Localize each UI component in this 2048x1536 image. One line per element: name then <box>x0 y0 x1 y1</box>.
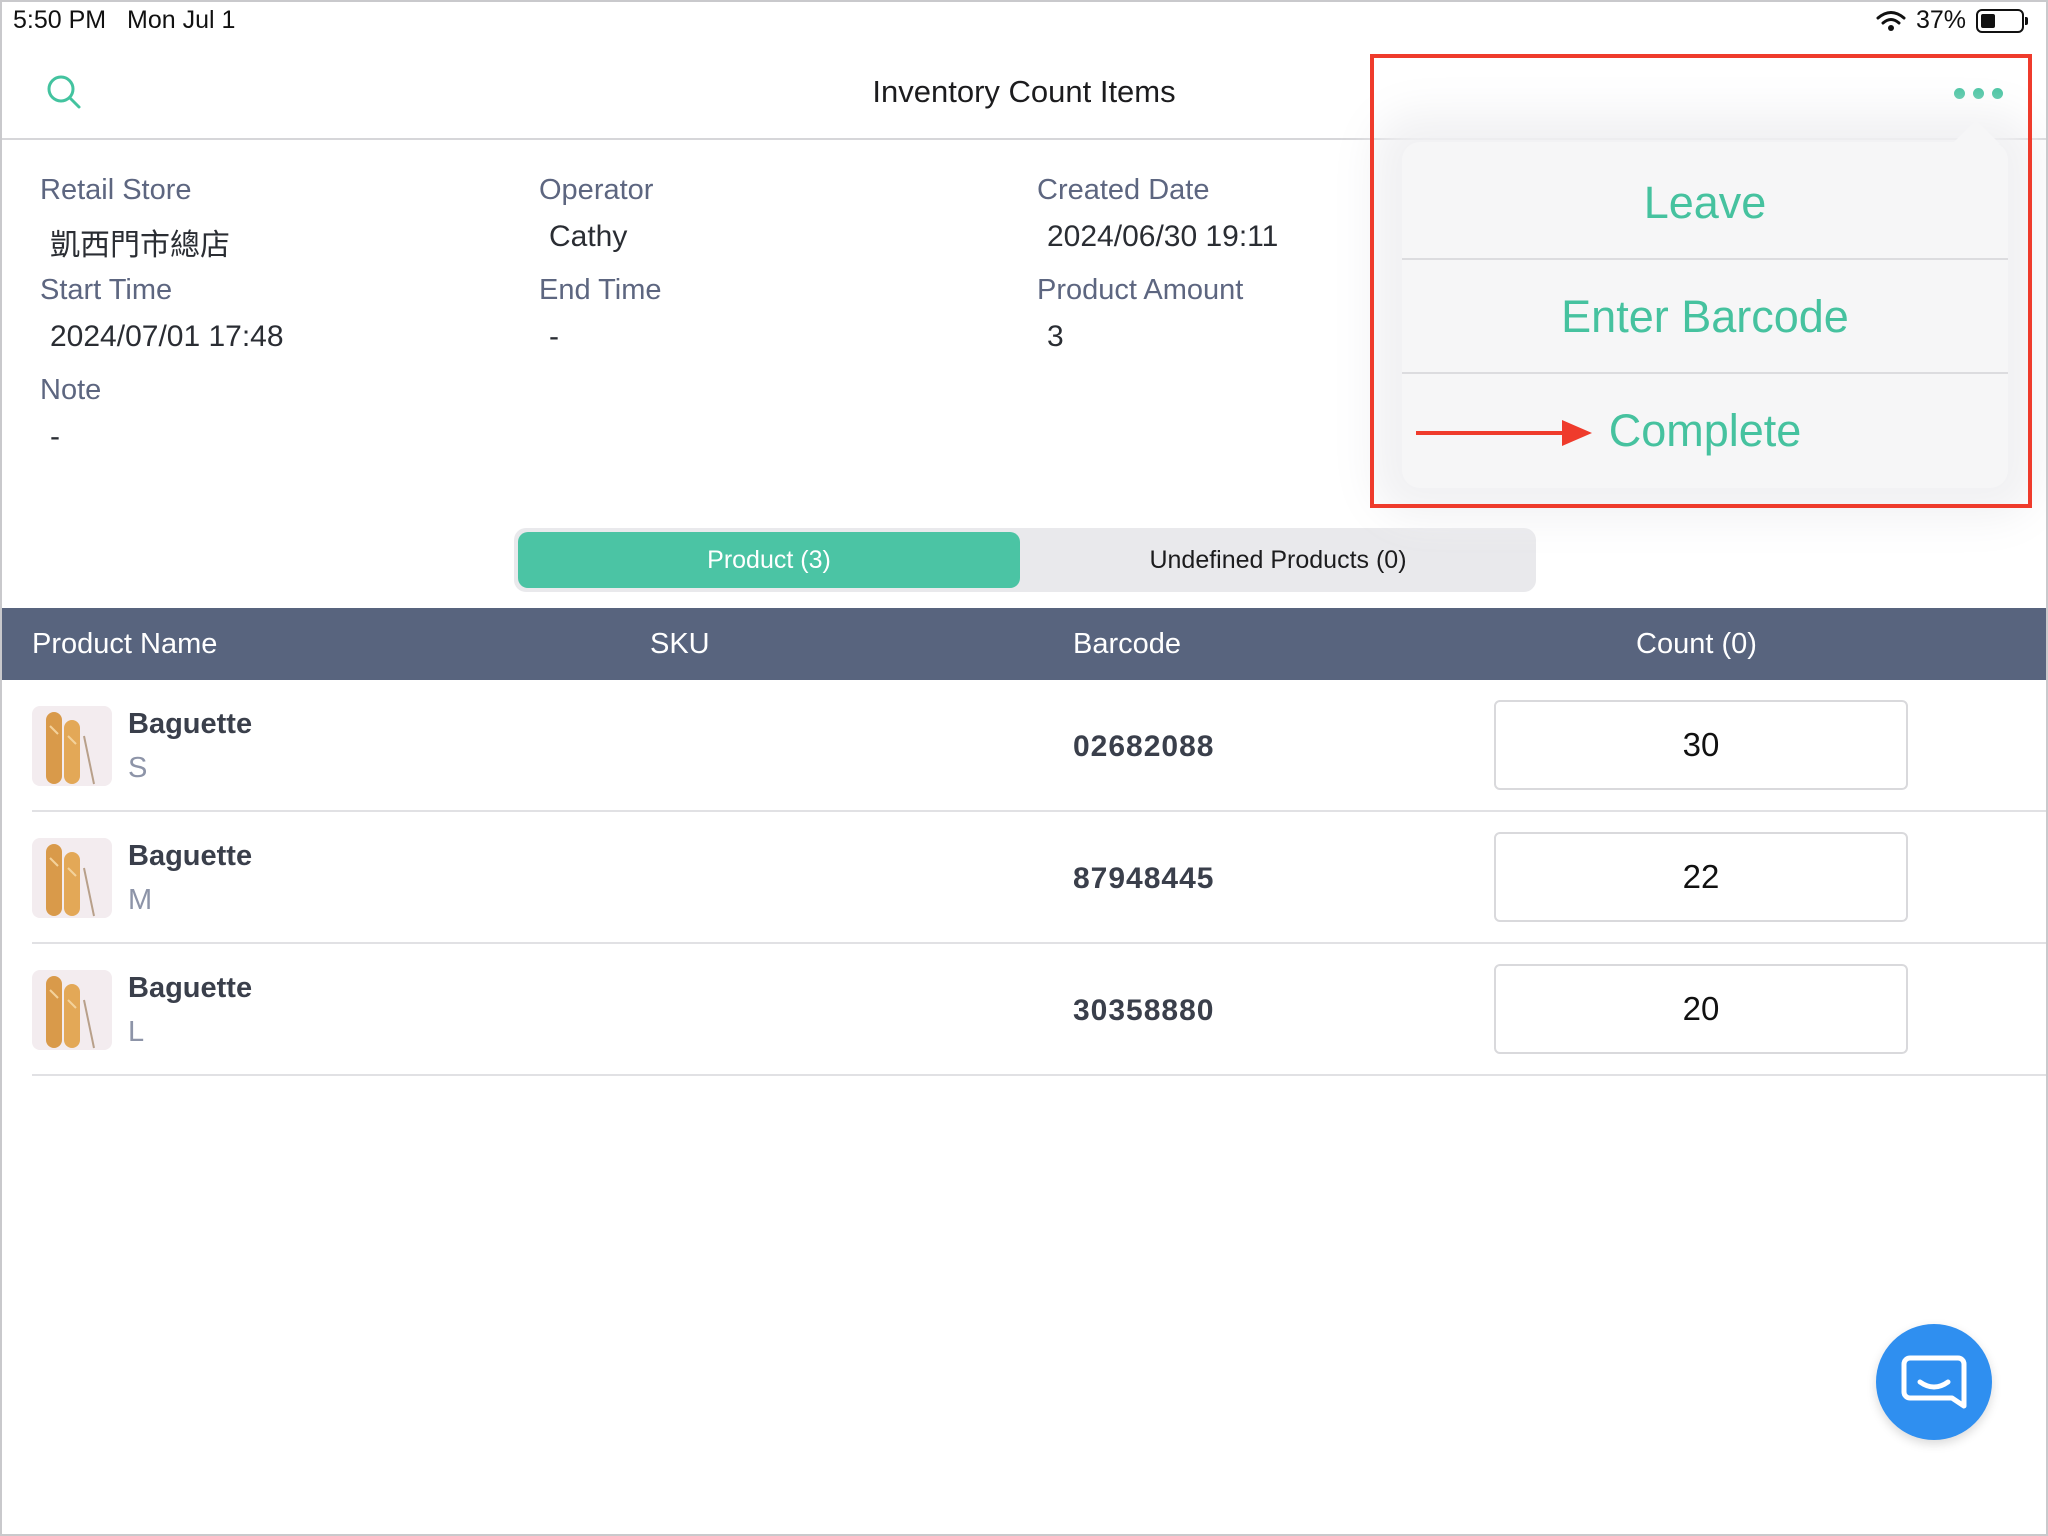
tab-product[interactable]: Product (3) <box>518 532 1020 588</box>
baguette-thumbnail <box>32 838 112 918</box>
product-barcode: 30358880 <box>1073 994 1215 1027</box>
product-amount-value: 3 <box>1047 320 1064 353</box>
count-input[interactable] <box>1494 964 1908 1054</box>
retail-store-value: 凱西門市總店 <box>50 229 230 262</box>
note-value: - <box>50 420 60 453</box>
product-amount-label: Product Amount <box>1037 274 1244 306</box>
product-variant: S <box>128 752 148 784</box>
retail-store-label: Retail Store <box>40 174 192 206</box>
baguette-image-icon <box>46 844 95 917</box>
operator-value: Cathy <box>549 220 628 253</box>
created-date-value: 2024/06/30 19:11 <box>1047 220 1279 253</box>
product-barcode: 02682088 <box>1073 730 1215 763</box>
header-sku: SKU <box>650 628 710 660</box>
count-input[interactable] <box>1494 700 1908 790</box>
baguette-thumbnail <box>32 706 112 786</box>
wifi-icon <box>1876 10 1906 31</box>
status-date: Mon Jul 1 <box>127 6 236 34</box>
count-input[interactable] <box>1494 832 1908 922</box>
battery-icon <box>1976 8 2028 33</box>
tab-undefined-products[interactable]: Undefined Products (0) <box>1024 532 1532 588</box>
note-label: Note <box>40 374 102 406</box>
baguette-image-icon <box>46 976 95 1049</box>
chat-support-button[interactable] <box>1876 1324 1992 1440</box>
product-tabs: Product (3) Undefined Products (0) <box>514 528 1536 592</box>
chat-icon <box>1901 1355 1967 1409</box>
created-date-label: Created Date <box>1037 174 1210 206</box>
status-time: 5:50 PM <box>13 6 107 34</box>
product-variant: M <box>128 884 153 916</box>
product-variant: L <box>128 1016 145 1048</box>
status-bar: 5:50 PM Mon Jul 1 37% <box>0 0 2048 40</box>
end-time-label: End Time <box>539 274 662 306</box>
header-barcode: Barcode <box>1073 628 1182 660</box>
status-right: 37% <box>1876 6 2028 35</box>
product-name: Baguette <box>128 840 253 872</box>
battery-percent: 37% <box>1915 6 1966 34</box>
table-row[interactable]: Baguette L 30358880 <box>32 944 2048 1076</box>
product-name: Baguette <box>128 708 253 740</box>
table-row[interactable]: Baguette S 02682088 <box>32 680 2048 812</box>
table-header: Product Name SKU Barcode Count (0) <box>0 608 2048 680</box>
baguette-thumbnail <box>32 970 112 1050</box>
table-row[interactable]: Baguette M 87948445 <box>32 812 2048 944</box>
baguette-image-icon <box>46 712 95 785</box>
product-name: Baguette <box>128 972 253 1004</box>
start-time-label: Start Time <box>40 274 173 306</box>
annotation-arrow-icon <box>1416 420 1592 446</box>
header-product-name: Product Name <box>32 628 218 660</box>
product-barcode: 87948445 <box>1073 862 1215 895</box>
header-count: Count (0) <box>1636 628 1757 660</box>
end-time-value: - <box>549 320 559 353</box>
start-time-value: 2024/07/01 17:48 <box>50 320 284 353</box>
operator-label: Operator <box>539 174 654 206</box>
